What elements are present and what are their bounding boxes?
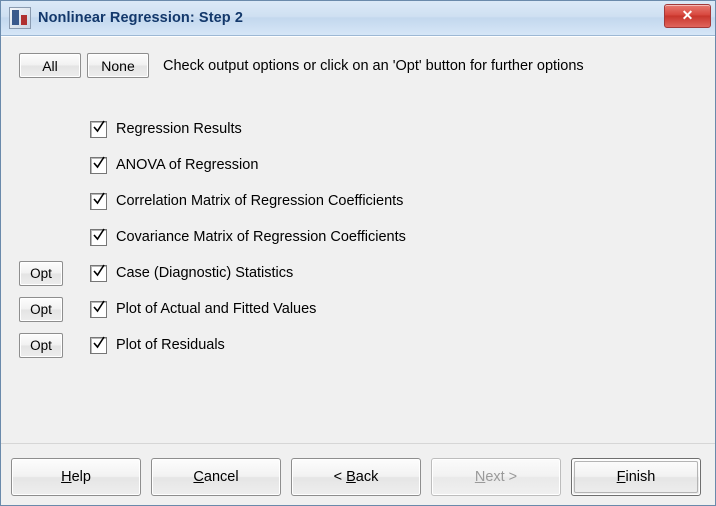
check-icon	[93, 156, 105, 168]
back-mnemonic: B	[346, 469, 356, 485]
next-label: ext >	[485, 469, 518, 485]
back-prefix: <	[333, 469, 347, 485]
select-all-row: All None Check output options or click o…	[19, 53, 584, 78]
checkbox-covariance-matrix[interactable]	[90, 228, 107, 246]
dialog-footer: Help Cancel < Back Next > Finish	[1, 443, 715, 505]
help-mnemonic: H	[61, 469, 72, 485]
option-label: Regression Results	[116, 121, 242, 137]
select-all-button[interactable]: All	[19, 53, 81, 78]
cancel-label: ancel	[203, 469, 239, 485]
finish-button[interactable]: Finish	[571, 458, 701, 496]
option-row-anova: ANOVA of Regression	[19, 151, 406, 179]
finish-mnemonic: F	[616, 469, 626, 485]
option-label: Case (Diagnostic) Statistics	[116, 265, 294, 281]
check-icon	[93, 336, 105, 348]
back-button[interactable]: < Back	[291, 458, 421, 496]
opt-button-plot-residuals[interactable]: Opt	[19, 332, 63, 358]
help-label: elp	[71, 469, 91, 485]
checkbox-case-statistics[interactable]	[90, 264, 107, 282]
option-label: Plot of Actual and Fitted Values	[116, 301, 317, 317]
dialog-window: Nonlinear Regression: Step 2 ✕ All None …	[0, 0, 716, 506]
check-icon	[93, 228, 105, 240]
checkbox-plot-actual-fitted[interactable]	[90, 300, 107, 318]
option-label: Covariance Matrix of Regression Coeffici…	[116, 229, 406, 245]
dialog-body: All None Check output options or click o…	[1, 36, 715, 505]
regression-app-icon	[9, 7, 31, 29]
option-row-plot-residuals: Opt Plot of Residuals	[19, 331, 406, 359]
finish-label: inish	[625, 469, 656, 485]
check-icon	[93, 264, 105, 276]
select-none-button[interactable]: None	[87, 53, 149, 78]
opt-button-slot: Opt	[19, 260, 65, 286]
opt-button-slot: Opt	[19, 296, 65, 322]
window-title: Nonlinear Regression: Step 2	[38, 10, 244, 26]
opt-button-case-statistics[interactable]: Opt	[19, 260, 63, 286]
checkbox-regression-results[interactable]	[90, 120, 107, 138]
next-button[interactable]: Next >	[431, 458, 561, 496]
next-mnemonic: N	[474, 469, 486, 485]
option-row-covariance-matrix: Covariance Matrix of Regression Coeffici…	[19, 223, 406, 251]
option-row-case-statistics: Opt Case (Diagnostic) Statistics	[19, 259, 406, 287]
option-row-regression-results: Regression Results	[19, 115, 406, 143]
back-label: ack	[355, 469, 379, 485]
option-row-correlation-matrix: Correlation Matrix of Regression Coeffic…	[19, 187, 406, 215]
check-icon	[93, 192, 105, 204]
option-label: Plot of Residuals	[116, 337, 225, 353]
opt-button-slot: Opt	[19, 332, 65, 358]
check-icon	[93, 120, 105, 132]
cancel-button[interactable]: Cancel	[151, 458, 281, 496]
checkbox-anova[interactable]	[90, 156, 107, 174]
option-label: Correlation Matrix of Regression Coeffic…	[116, 193, 404, 209]
instruction-text: Check output options or click on an 'Opt…	[163, 57, 584, 74]
option-row-plot-actual-fitted: Opt Plot of Actual and Fitted Values	[19, 295, 406, 323]
help-button[interactable]: Help	[11, 458, 141, 496]
check-icon	[93, 300, 105, 312]
output-options-list: Regression Results ANOVA of Regression C…	[19, 115, 406, 367]
title-bar: Nonlinear Regression: Step 2 ✕	[1, 1, 715, 36]
opt-button-plot-actual-fitted[interactable]: Opt	[19, 296, 63, 322]
checkbox-plot-residuals[interactable]	[90, 336, 107, 354]
close-icon[interactable]: ✕	[664, 4, 711, 28]
option-label: ANOVA of Regression	[116, 157, 259, 173]
checkbox-correlation-matrix[interactable]	[90, 192, 107, 210]
cancel-mnemonic: C	[193, 469, 204, 485]
